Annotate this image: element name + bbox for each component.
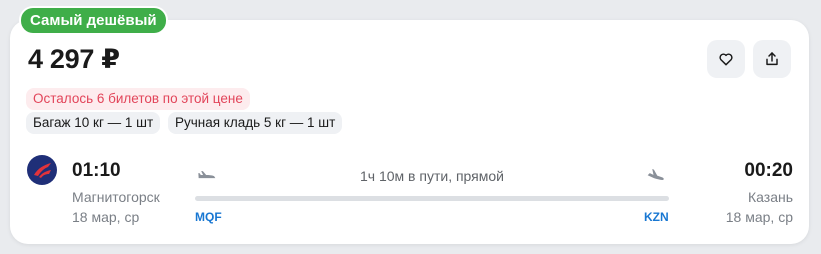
- airline-logo-icon: [27, 155, 57, 185]
- departure-time: 01:10: [72, 160, 121, 181]
- share-icon: [766, 52, 778, 66]
- departure-city: Магнитогорск: [72, 189, 160, 205]
- arrival-city: Казань: [747, 189, 793, 205]
- ticket-price: 4 297 ₽: [28, 44, 120, 74]
- share-button[interactable]: [753, 40, 791, 78]
- ticket-card[interactable]: 4 297 ₽ Осталось 6 билетов по этой цене …: [10, 20, 809, 244]
- departure-date: 18 мар, ср: [72, 209, 140, 225]
- arrival-time: 00:20: [744, 160, 793, 181]
- arrival-airport-code: KZN: [644, 210, 669, 224]
- tickets-left-badge: Осталось 6 билетов по этой цене: [26, 88, 250, 110]
- flight-duration: 1ч 10м в пути, прямой: [360, 168, 504, 184]
- baggage-chip: Багаж 10 кг — 1 шт: [26, 112, 161, 134]
- favorite-button[interactable]: [707, 40, 745, 78]
- arrival-date: 18 мар, ср: [725, 209, 793, 225]
- departure-airport-code: MQF: [195, 210, 222, 224]
- route-line: [195, 196, 669, 201]
- hand-luggage-chip: Ручная кладь 5 кг — 1 шт: [168, 112, 343, 134]
- heart-icon: [719, 53, 733, 66]
- cheapest-badge: Самый дешёвый: [21, 8, 166, 33]
- plane-landing-icon: [647, 169, 664, 180]
